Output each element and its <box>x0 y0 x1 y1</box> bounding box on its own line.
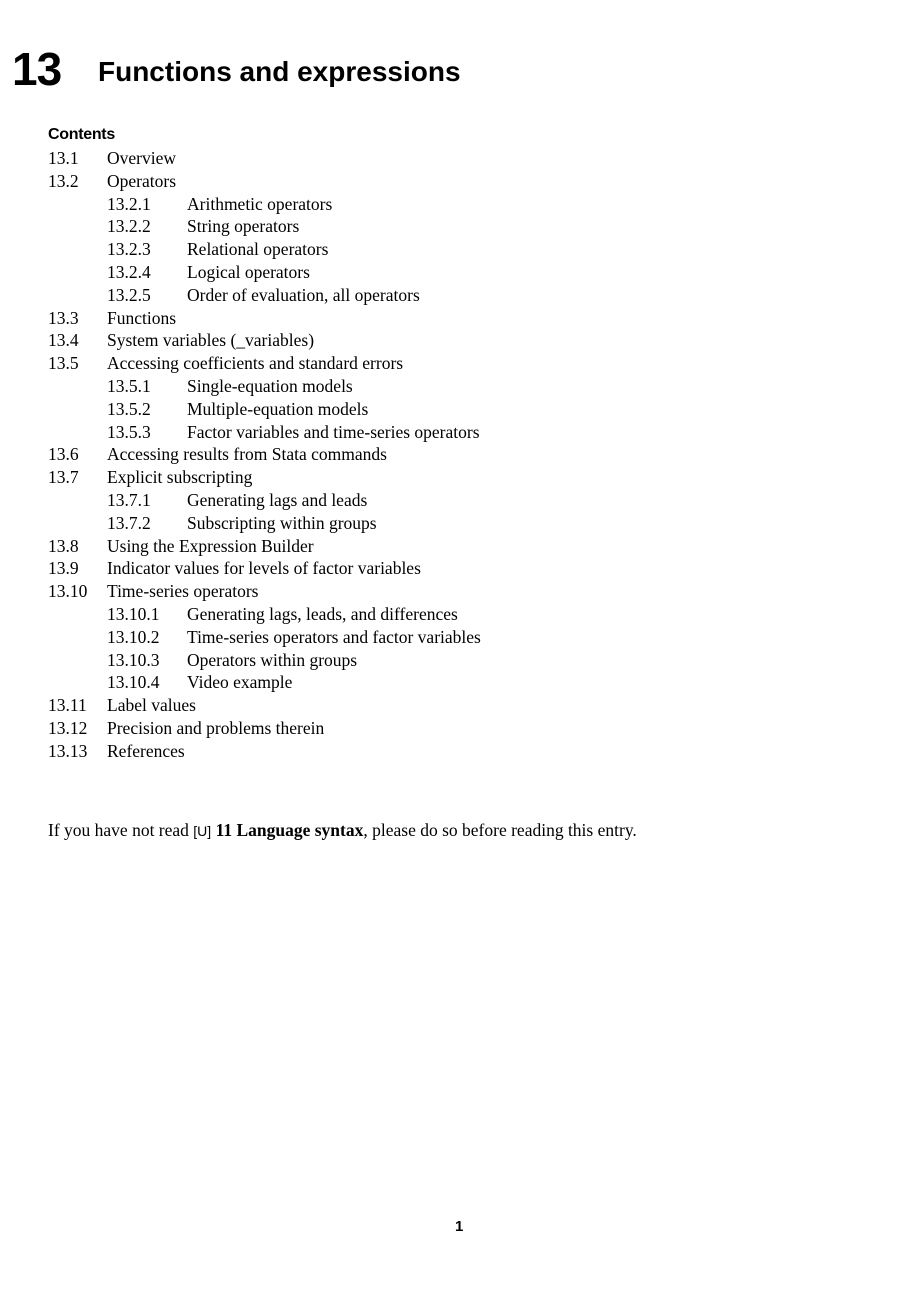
toc-subsection-item[interactable]: 13.2.3 Relational operators <box>48 238 481 261</box>
toc-item-title[interactable]: Label values <box>107 694 196 717</box>
toc-item-number: 13.5.2 <box>107 398 151 419</box>
toc-item-title[interactable]: Time-series operators and factor variabl… <box>187 626 481 649</box>
toc-section-item[interactable]: 13.7 Explicit subscripting <box>48 466 481 489</box>
toc-section-item[interactable]: 13.12 Precision and problems therein <box>48 717 481 740</box>
toc-subsection-item[interactable]: 13.2.4 Logical operators <box>48 261 481 284</box>
toc-item-number: 13.2.5 <box>107 284 151 305</box>
toc-item-number: 13.11 <box>48 695 87 716</box>
toc-section-item[interactable]: 13.5 Accessing coefficients and standard … <box>48 352 481 375</box>
toc-subsection-item[interactable]: 13.5.1 Single-equation models <box>48 375 481 398</box>
toc-item-title[interactable]: Generating lags, leads, and differences <box>187 603 458 626</box>
toc-section-item[interactable]: 13.3 Functions <box>48 307 481 330</box>
toc-item-title[interactable]: Operators within groups <box>187 649 357 672</box>
manual-reference-link[interactable]: 11 Language syntax <box>216 820 364 840</box>
intro-text-before: If you have not read <box>48 820 194 840</box>
toc-subsection-item[interactable]: 13.2.2 String operators <box>48 215 481 238</box>
toc-item-title[interactable]: String operators <box>187 215 299 238</box>
toc-item-title[interactable]: Precision and problems therein <box>107 717 324 740</box>
toc-item-number: 13.6 <box>48 444 79 465</box>
toc-item-title[interactable]: Multiple-equation models <box>187 398 368 421</box>
toc-item-number: 13.5 <box>48 353 79 374</box>
toc-item-number: 13.2 <box>48 170 79 191</box>
toc-item-title[interactable]: Accessing results from Stata commands <box>107 443 387 466</box>
toc-item-title[interactable]: Explicit subscripting <box>107 466 252 489</box>
toc-item-number: 13.10.2 <box>107 626 160 647</box>
toc-item-title[interactable]: Using the Expression Builder <box>107 535 314 558</box>
toc-item-title[interactable]: Single-equation models <box>187 375 353 398</box>
toc-item-title[interactable]: Factor variables and time-series operato… <box>187 421 480 444</box>
toc-subsection-item[interactable]: 13.2.5 Order of evaluation, all operators <box>48 284 481 307</box>
toc-section-item[interactable]: 13.11 Label values <box>48 694 481 717</box>
toc-item-title[interactable]: Logical operators <box>187 261 310 284</box>
manual-reference-tag[interactable]: [U] <box>193 823 211 839</box>
toc-section-item[interactable]: 13.8 Using the Expression Builder <box>48 535 481 558</box>
toc-item-title[interactable]: Overview <box>107 147 176 170</box>
toc-subsection-item[interactable]: 13.10.4 Video example <box>48 671 481 694</box>
toc-subsection-item[interactable]: 13.5.2 Multiple-equation models <box>48 398 481 421</box>
toc-section-item[interactable]: 13.6 Accessing results from Stata command… <box>48 443 481 466</box>
chapter-heading: 13 Functions and expressions <box>12 42 461 96</box>
toc-item-title[interactable]: Order of evaluation, all operators <box>187 284 420 307</box>
toc-subsection-item[interactable]: 13.7.2 Subscripting within groups <box>48 512 481 535</box>
intro-text-after: , please do so before reading this entry… <box>363 820 637 840</box>
toc-item-number: 13.2.3 <box>107 239 151 260</box>
contents-heading: Contents <box>48 126 115 143</box>
toc-item-title[interactable]: Operators <box>107 170 176 193</box>
table-of-contents: 13.1 Overview 13.2 Operators 13.2.1 Arithmeti… <box>48 147 481 763</box>
toc-section-item[interactable]: 13.4 System variables (_variables) <box>48 329 481 352</box>
toc-item-number: 13.9 <box>48 558 79 579</box>
toc-item-title[interactable]: Indicator values for levels of factor va… <box>107 557 421 580</box>
toc-section-item[interactable]: 13.1 Overview <box>48 147 481 170</box>
toc-subsection-item[interactable]: 13.10.3 Operators within groups <box>48 649 481 672</box>
toc-item-number: 13.2.4 <box>107 261 151 282</box>
intro-paragraph: If you have not read [U] 11 Language syn… <box>48 820 637 841</box>
toc-item-title[interactable]: Subscripting within groups <box>187 512 377 535</box>
toc-item-title[interactable]: Generating lags and leads <box>187 489 367 512</box>
toc-item-number: 13.7 <box>48 467 79 488</box>
toc-item-number: 13.2.1 <box>107 193 151 214</box>
toc-item-number: 13.10.1 <box>107 603 160 624</box>
toc-item-title[interactable]: Video example <box>187 671 292 694</box>
toc-item-number: 13.13 <box>48 740 88 761</box>
toc-subsection-item[interactable]: 13.2.1 Arithmetic operators <box>48 193 481 216</box>
toc-item-title[interactable]: Time-series operators <box>107 580 258 603</box>
toc-section-item[interactable]: 13.9 Indicator values for levels of facto… <box>48 557 481 580</box>
toc-subsection-item[interactable]: 13.5.3 Factor variables and time-series o… <box>48 421 481 444</box>
toc-subsection-item[interactable]: 13.10.2 Time-series operators and factor … <box>48 626 481 649</box>
toc-section-item[interactable]: 13.10 Time-series operators <box>48 580 481 603</box>
toc-item-number: 13.5.3 <box>107 421 151 442</box>
toc-item-title[interactable]: References <box>107 740 185 763</box>
toc-subsection-item[interactable]: 13.10.1 Generating lags, leads, and diffe… <box>48 603 481 626</box>
toc-item-title[interactable]: Arithmetic operators <box>187 193 332 216</box>
toc-subsection-item[interactable]: 13.7.1 Generating lags and leads <box>48 489 481 512</box>
chapter-number: 13 <box>12 43 62 95</box>
toc-item-number: 13.12 <box>48 717 88 738</box>
toc-item-number: 13.1 <box>48 148 79 168</box>
toc-item-number: 13.7.2 <box>107 512 151 533</box>
toc-item-number: 13.10.3 <box>107 649 160 670</box>
toc-item-number: 13.5.1 <box>107 375 151 396</box>
toc-item-number: 13.10.4 <box>107 672 160 693</box>
toc-item-title[interactable]: System variables (_variables) <box>107 329 314 352</box>
toc-item-number: 13.10 <box>48 581 88 602</box>
toc-section-item[interactable]: 13.13 References <box>48 740 481 763</box>
toc-item-number: 13.3 <box>48 307 79 328</box>
chapter-title: Functions and expressions <box>98 56 461 87</box>
page-number: 1 <box>455 1218 464 1235</box>
toc-item-title[interactable]: Accessing coefficients and standard erro… <box>107 352 403 375</box>
toc-item-title[interactable]: Functions <box>107 307 176 330</box>
toc-section-item[interactable]: 13.2 Operators <box>48 170 481 193</box>
toc-item-number: 13.7.1 <box>107 489 151 510</box>
toc-item-title[interactable]: Relational operators <box>187 238 328 261</box>
toc-item-number: 13.2.2 <box>107 216 151 237</box>
toc-item-number: 13.8 <box>48 535 79 556</box>
toc-item-number: 13.4 <box>48 330 79 351</box>
